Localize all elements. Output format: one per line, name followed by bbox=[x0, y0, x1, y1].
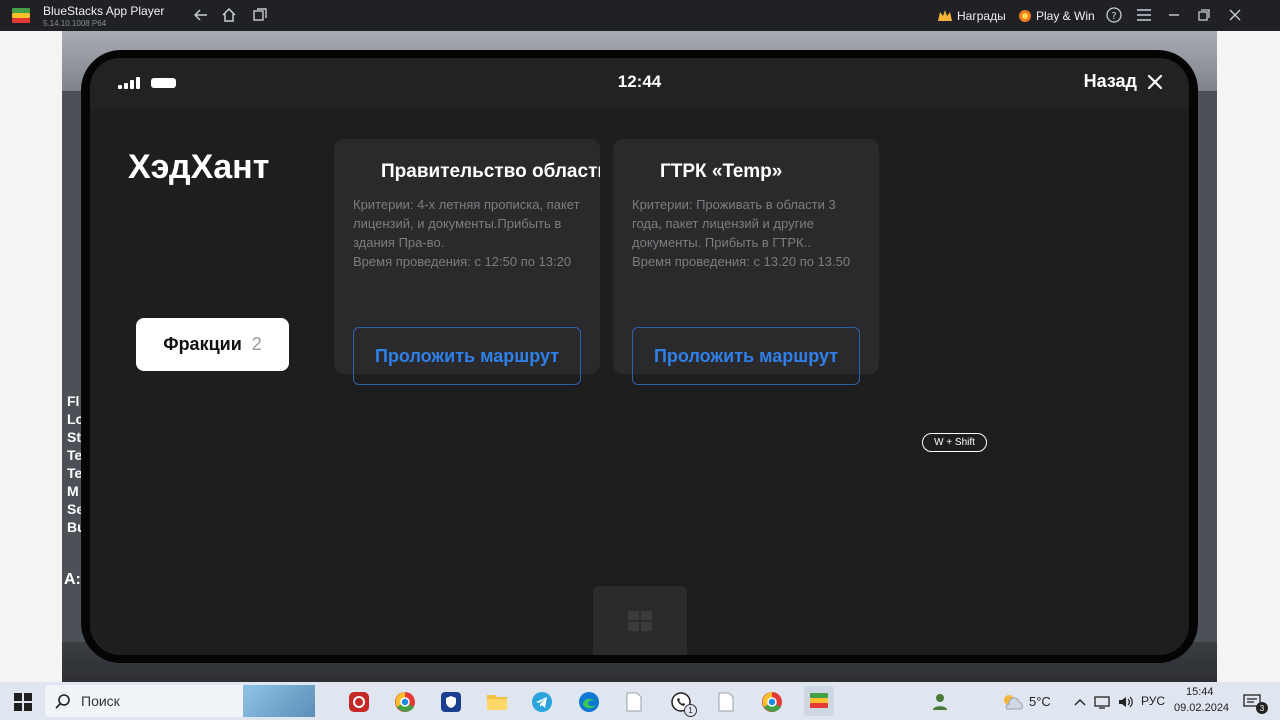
scene-text-line: St bbox=[67, 429, 81, 445]
taskbar-document-icon[interactable] bbox=[622, 690, 646, 714]
taskbar-telegram-icon[interactable] bbox=[530, 690, 554, 714]
taskbar-folder-icon[interactable] bbox=[485, 690, 509, 714]
taskbar-chrome-icon[interactable] bbox=[393, 690, 417, 714]
taskbar-document-icon[interactable] bbox=[714, 690, 738, 714]
bluestacks-window: BlueStacks App Player 5.14.10.1008 P64 Н… bbox=[0, 0, 1280, 720]
card-title: Правительство области bbox=[381, 161, 600, 182]
bluestacks-logo-icon bbox=[12, 8, 30, 23]
search-placeholder: Поиск bbox=[81, 693, 120, 709]
taskbar-search[interactable]: Поиск bbox=[45, 685, 315, 717]
minimize-icon[interactable] bbox=[1164, 5, 1184, 25]
letterbox-left bbox=[0, 31, 62, 682]
title-bar: BlueStacks App Player 5.14.10.1008 P64 Н… bbox=[0, 0, 1280, 31]
windows-start-icon bbox=[14, 693, 32, 711]
notification-count: 3 bbox=[1256, 702, 1268, 714]
windows-taskbar: Поиск 1 5°C РУС 15:44 09.02.2024 3 bbox=[0, 682, 1280, 720]
taskbar-vpn-shield-icon[interactable] bbox=[439, 690, 463, 714]
user-icon[interactable] bbox=[928, 690, 952, 714]
restore-icon[interactable] bbox=[1194, 5, 1214, 25]
close-icon[interactable] bbox=[1225, 5, 1245, 25]
home-icon[interactable] bbox=[219, 5, 239, 25]
menu-icon[interactable] bbox=[1134, 5, 1154, 25]
search-icon bbox=[55, 694, 70, 709]
taskbar-edge-icon[interactable] bbox=[577, 690, 601, 714]
keyboard-hint-badge: W + Shift bbox=[922, 433, 987, 452]
home-hint[interactable] bbox=[593, 586, 687, 655]
back-label: Назад bbox=[1083, 71, 1137, 91]
back-button[interactable]: Назад bbox=[1084, 71, 1163, 92]
card-description: Критерии: Проживать в области 3 года, па… bbox=[632, 197, 851, 269]
play-win-button[interactable]: Play & Win bbox=[1018, 6, 1095, 26]
taskbar-app-recorder-icon[interactable] bbox=[347, 690, 371, 714]
volume-icon[interactable] bbox=[1114, 690, 1138, 714]
factions-count: 2 bbox=[251, 334, 262, 354]
card-description: Критерии: 4-х летняя прописка, пакет лиц… bbox=[353, 197, 580, 269]
taskbar-date[interactable]: 09.02.2024 bbox=[1174, 702, 1229, 714]
whatsapp-badge: 1 bbox=[684, 704, 697, 717]
phone-clock: 12:44 bbox=[617, 72, 662, 91]
card-title: ГТРК «Temp» bbox=[660, 161, 783, 182]
play-win-label: Play & Win bbox=[1036, 9, 1095, 23]
phone-screen: 12:44 Назад ХэдХант Фракции 2 Правительс… bbox=[90, 58, 1189, 655]
scene-text-line: Fl bbox=[67, 393, 80, 409]
rewards-label: Награды bbox=[957, 9, 1006, 23]
multi-instance-icon[interactable] bbox=[250, 5, 270, 25]
chevron-up-icon[interactable] bbox=[1068, 690, 1092, 714]
phone-status-bar: 12:44 Назад bbox=[90, 58, 1189, 108]
crown-icon bbox=[938, 10, 952, 21]
back-arrow-icon[interactable] bbox=[191, 5, 211, 25]
input-language[interactable]: РУС bbox=[1141, 694, 1165, 708]
windows-logo-icon bbox=[628, 610, 652, 631]
network-icon[interactable] bbox=[1090, 690, 1114, 714]
organization-title: ХэдХант bbox=[128, 148, 270, 186]
taskbar-bluestacks-icon[interactable] bbox=[804, 686, 834, 716]
coin-icon bbox=[1019, 10, 1031, 22]
scene-text-line: M bbox=[67, 483, 79, 499]
taskbar-clock[interactable]: 15:44 bbox=[1186, 686, 1214, 698]
taskbar-chrome-icon[interactable] bbox=[760, 690, 784, 714]
rewards-button[interactable]: Награды bbox=[937, 6, 1006, 26]
app-name: BlueStacks App Player bbox=[43, 4, 165, 18]
route-button[interactable]: Проложить маршрут bbox=[353, 327, 581, 385]
notification-icon[interactable]: 3 bbox=[1240, 690, 1268, 714]
start-button[interactable] bbox=[11, 690, 35, 714]
letterbox-right bbox=[1217, 31, 1280, 682]
factions-button[interactable]: Фракции 2 bbox=[136, 318, 289, 371]
factions-label: Фракции bbox=[163, 334, 242, 354]
help-icon[interactable]: ? bbox=[1104, 5, 1124, 25]
weather-icon[interactable] bbox=[1000, 690, 1026, 714]
search-highlight-image bbox=[243, 685, 315, 717]
app-version: 5.14.10.1008 P64 bbox=[43, 19, 107, 28]
weather-temperature: 5°C bbox=[1029, 694, 1051, 709]
close-x-icon bbox=[1147, 74, 1163, 89]
route-button[interactable]: Проложить маршрут bbox=[632, 327, 860, 385]
taskbar-whatsapp-icon[interactable]: 1 bbox=[669, 690, 697, 717]
svg-text:?: ? bbox=[1111, 11, 1116, 22]
scene-text-line: A: bbox=[64, 571, 81, 588]
